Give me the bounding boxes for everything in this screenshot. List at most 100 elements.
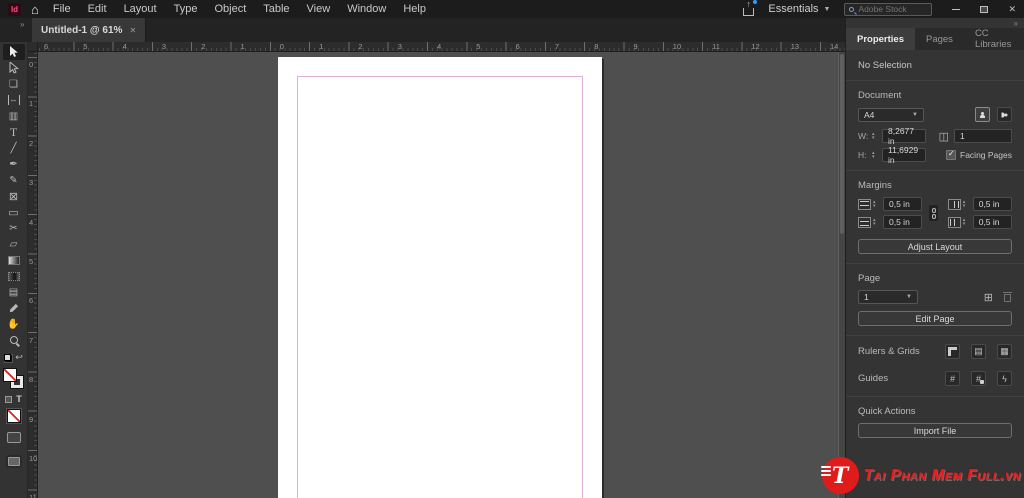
ruler-origin-corner[interactable] [28, 42, 38, 52]
screen-mode-button[interactable] [6, 432, 21, 443]
width-stepper[interactable] [872, 132, 880, 140]
content-collector-tool[interactable]: ▥ [3, 108, 25, 124]
preview-mode-button[interactable] [7, 457, 20, 466]
margin-outside-field[interactable]: 0,5 in [972, 215, 1012, 229]
menu-window[interactable]: Window [347, 3, 386, 15]
document-tab-title: Untitled-1 @ 61% [41, 24, 123, 36]
direct-selection-arrow-icon [9, 62, 19, 74]
tab-cc-libraries[interactable]: CC Libraries [964, 28, 1024, 50]
margin-bottom-field[interactable]: 0,5 in [883, 215, 923, 229]
line-tool[interactable]: ╱ [3, 140, 25, 156]
import-file-button[interactable]: Import File [858, 423, 1012, 438]
menu-layout[interactable]: Layout [124, 3, 157, 15]
search-icon [849, 6, 855, 12]
close-button[interactable]: ✕ [1008, 4, 1016, 14]
margin-bottom-icon [858, 216, 871, 228]
margin-bottom-stepper[interactable] [873, 218, 881, 226]
menu-table[interactable]: Table [263, 3, 289, 15]
show-rulers-button[interactable] [945, 344, 960, 359]
menu-view[interactable]: View [307, 3, 331, 15]
page-tool[interactable]: ❏ [3, 76, 25, 92]
swap-fill-stroke-icon[interactable]: ↩ [15, 352, 23, 363]
page-count-field[interactable]: 1 [954, 129, 1012, 143]
margin-top-stepper[interactable] [873, 200, 881, 208]
gradient-tool[interactable] [3, 252, 25, 268]
margin-inside-field[interactable]: 0,5 in [972, 197, 1012, 211]
lock-guides-button[interactable]: # [971, 371, 986, 386]
page-number-select[interactable]: 1 ▼ [858, 290, 918, 304]
menu-object[interactable]: Object [214, 3, 246, 15]
margin-top-field[interactable]: 0,5 in [883, 197, 923, 211]
type-tool[interactable]: T [3, 124, 25, 140]
minimize-button[interactable] [952, 8, 961, 10]
formatting-affects-container-icon[interactable] [5, 395, 13, 403]
rectangle-tool[interactable]: ▭ [3, 204, 25, 220]
link-margins-icon[interactable] [929, 205, 938, 221]
gradient-feather-icon [7, 271, 20, 281]
document-page[interactable] [278, 57, 602, 498]
search-input[interactable] [858, 4, 929, 14]
document-grid-button[interactable]: ▦ [997, 344, 1012, 359]
menu-file[interactable]: File [53, 3, 71, 15]
facing-pages-checkbox[interactable] [946, 149, 957, 160]
chevron-down-icon: ▼ [912, 111, 918, 118]
tab-properties[interactable]: Properties [846, 28, 915, 50]
tab-pages[interactable]: Pages [915, 28, 964, 50]
toolbar-collapse-icon[interactable]: » [20, 20, 24, 29]
document-tab[interactable]: Untitled-1 @ 61% ✕ [32, 18, 147, 42]
edit-page-button[interactable]: Edit Page [858, 311, 1012, 326]
page-size-select[interactable]: A4 ▼ [858, 107, 924, 122]
show-guides-button[interactable]: # [945, 371, 960, 386]
adjust-layout-button[interactable]: Adjust Layout [858, 239, 1012, 254]
menu-edit[interactable]: Edit [88, 3, 107, 15]
maximize-button[interactable] [980, 5, 989, 13]
gap-tool[interactable]: ↔ [3, 92, 25, 108]
properties-panel: » Properties Pages CC Libraries No Selec… [845, 18, 1024, 498]
smart-guides-button[interactable]: ϟ [997, 371, 1012, 386]
free-transform-tool[interactable]: ▱ [3, 236, 25, 252]
frame-tool[interactable]: ⊠ [3, 188, 25, 204]
orientation-landscape-button[interactable] [997, 107, 1012, 122]
selection-arrow-icon [10, 46, 18, 57]
add-page-icon[interactable]: ⊞ [984, 291, 993, 304]
scrollbar-thumb[interactable] [840, 54, 844, 234]
panel-collapse-icon[interactable]: » [1014, 19, 1018, 28]
chevron-down-icon: ▼ [906, 294, 912, 300]
tab-close-icon[interactable]: ✕ [129, 26, 136, 35]
fill-swatch[interactable] [4, 369, 16, 381]
gradient-feather-tool[interactable] [3, 268, 25, 284]
orientation-portrait-button[interactable] [975, 107, 990, 122]
watermark-text: Tai Phan Mem Full.vn [863, 466, 1021, 484]
vertical-ruler[interactable]: 0 1 2 3 4 5 6 7 8 9 10 11 [28, 52, 38, 498]
default-fill-stroke-icon[interactable] [4, 354, 14, 363]
height-field[interactable]: 11,6929 in [882, 145, 926, 165]
margin-outside-stepper[interactable] [963, 218, 971, 226]
home-icon[interactable]: ⌂ [31, 3, 39, 16]
pasteboard[interactable] [38, 52, 845, 498]
direct-selection-tool[interactable] [3, 60, 25, 76]
width-field[interactable]: 8,2677 in [882, 126, 926, 146]
workspace-switcher[interactable]: Essentials ▼ [768, 3, 830, 15]
watermark-logo: T [820, 457, 859, 494]
hand-tool[interactable]: ✋ [3, 316, 25, 332]
share-icon[interactable] [743, 0, 758, 16]
adobe-stock-search[interactable] [844, 2, 933, 16]
apply-none-swatch[interactable] [7, 410, 20, 422]
pen-tool[interactable]: ✒ [3, 156, 25, 172]
formatting-affects-text-icon[interactable]: T [16, 394, 22, 404]
height-stepper[interactable] [872, 151, 880, 159]
note-tool[interactable]: ▤ [3, 284, 25, 300]
scissors-tool[interactable]: ✂ [3, 220, 25, 236]
rulers-grids-label: Rulers & Grids [858, 346, 920, 357]
menu-help[interactable]: Help [403, 3, 426, 15]
zoom-tool[interactable] [3, 332, 25, 348]
eyedropper-tool[interactable] [3, 300, 25, 316]
pencil-tool[interactable]: ✎ [3, 172, 25, 188]
margin-inside-stepper[interactable] [963, 200, 971, 208]
baseline-grid-button[interactable]: ▤ [971, 344, 986, 359]
menu-type[interactable]: Type [174, 3, 198, 15]
vertical-scrollbar[interactable] [838, 52, 845, 498]
horizontal-ruler[interactable]: 6 5 4 3 2 1 0 1 2 3 4 5 6 7 8 9 10 11 12 13 14 [28, 42, 845, 52]
fill-stroke-control[interactable] [4, 369, 23, 388]
selection-tool[interactable] [2, 44, 25, 60]
